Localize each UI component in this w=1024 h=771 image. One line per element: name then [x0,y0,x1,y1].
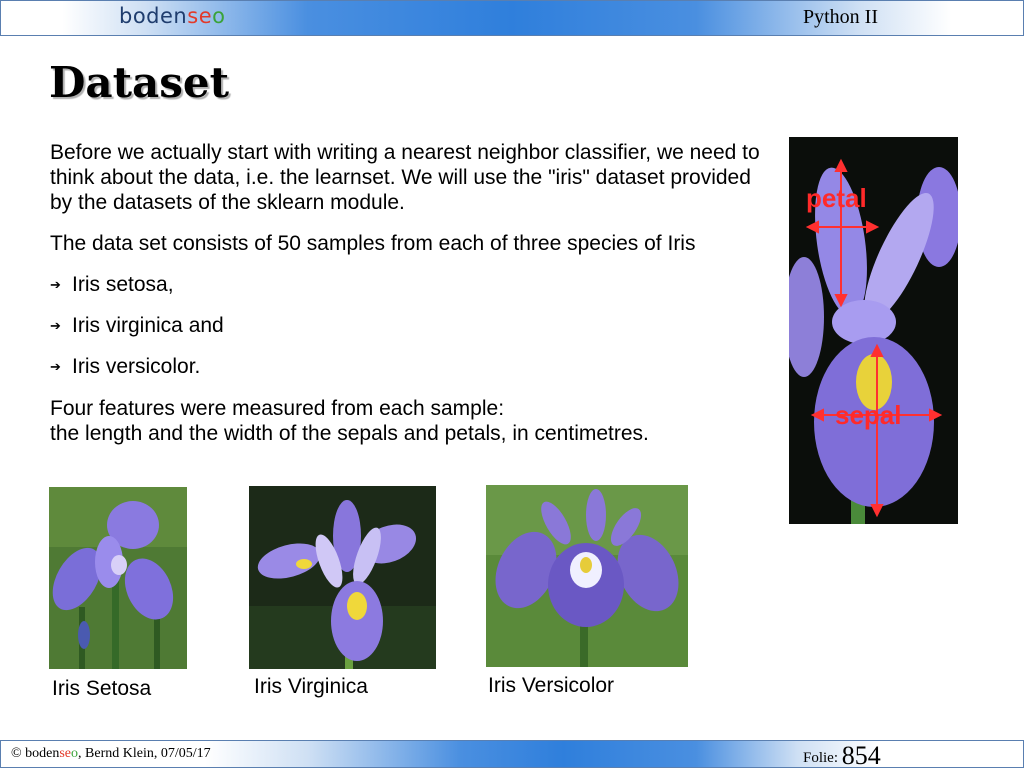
dataset-description: The data set consists of 50 samples from… [50,232,696,255]
slide-counter: Folie: 854 [803,741,881,771]
iris-anatomy-diagram: petal sepal [789,137,958,524]
footer-author-date: , Bernd Klein, 07/05/17 [78,746,211,761]
footer-credit: © bodenseo, Bernd Klein, 07/05/17 [11,746,211,762]
iris-setosa-image [49,487,187,669]
arrow-bullet-icon: ➔ [50,277,61,292]
logo-o: o [212,4,226,28]
folie-label: Folie: [803,750,839,766]
footer-bar: © bodenseo, Bernd Klein, 07/05/17 Folie:… [0,740,1024,771]
iris-setosa-photo [49,487,187,669]
slide-title: Dataset [49,58,230,107]
iris-virginica-photo [249,486,436,669]
arrow-bullet-icon: ➔ [50,359,61,374]
logo-part-2: se [187,4,212,28]
logo-part-1: boden [119,4,188,28]
header-bar: bodenseo Python II [0,0,1024,36]
sepal-label: sepal [835,400,902,430]
species-label: Iris versicolor. [72,355,201,378]
copyright-symbol: © [11,746,22,761]
caption-iris-virginica: Iris Virginica [254,675,368,698]
iris-versicolor-photo [486,485,688,667]
species-bullet-versicolor: ➔ Iris versicolor. [50,354,200,379]
intro-paragraph: Before we actually start with writing a … [50,141,760,214]
iris-anatomy-image: petal sepal [789,137,958,524]
petal-label: petal [806,183,867,213]
footer-brand-b: se [59,746,72,761]
species-bullet-setosa: ➔ Iris setosa, [50,272,174,297]
arrow-bullet-icon: ➔ [50,318,61,333]
species-bullet-virginica: ➔ Iris virginica and [50,313,224,338]
species-label: Iris virginica and [72,314,224,337]
footer-brand-c: o [71,746,79,761]
footer-brand-a: boden [25,746,60,761]
iris-versicolor-image [486,485,688,667]
bodenseo-logo: bodenseo [119,4,225,28]
course-title: Python II [803,6,878,28]
iris-virginica-image [249,486,436,669]
logo-se: se [187,4,213,28]
features-paragraph: Four features were measured from each sa… [50,396,750,446]
caption-iris-setosa: Iris Setosa [52,677,152,700]
caption-iris-versicolor: Iris Versicolor [488,674,615,697]
slide-number: 854 [841,741,881,770]
features-line-1: Four features were measured from each sa… [50,397,505,420]
features-line-2: the length and the width of the sepals a… [50,422,649,445]
species-label: Iris setosa, [72,273,174,296]
